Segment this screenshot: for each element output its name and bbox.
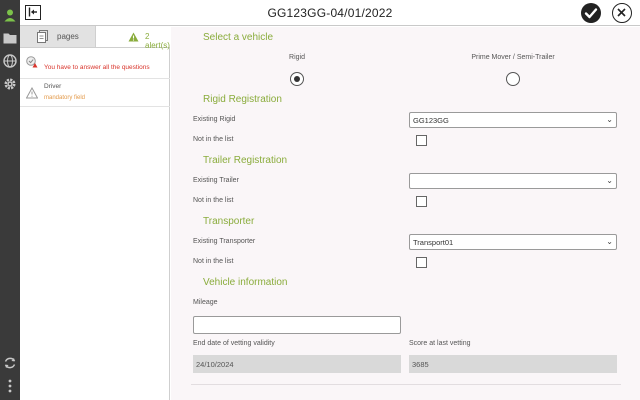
- user-icon[interactable]: [2, 7, 18, 23]
- section-trailer-registration: Trailer Registration: [203, 155, 288, 166]
- more-icon[interactable]: [2, 378, 18, 394]
- existing-transporter-value: Transport01: [413, 238, 454, 247]
- rigid-not-in-list-label: Not in the list: [193, 136, 234, 143]
- mileage-label: Mileage: [193, 299, 218, 306]
- vehicle-form: Select a vehicle Rigid Prime Mover / Sem…: [171, 27, 640, 400]
- folder-icon[interactable]: [2, 30, 18, 46]
- existing-rigid-value: GG123GG: [413, 116, 449, 125]
- section-rigid-registration: Rigid Registration: [203, 94, 282, 105]
- left-rail: [0, 0, 20, 400]
- section-vehicle-information: Vehicle information: [203, 277, 288, 288]
- app-header: GG123GG-04/01/2022: [20, 0, 640, 26]
- existing-transporter-label: Existing Transporter: [193, 238, 256, 245]
- tab-pages[interactable]: pages: [20, 26, 95, 48]
- end-date-value: 24/10/2024: [196, 360, 234, 369]
- globe-icon[interactable]: [2, 53, 18, 69]
- existing-trailer-select[interactable]: ⌄: [409, 173, 617, 189]
- radio-label-prime-mover: Prime Mover / Semi-Trailer: [471, 54, 555, 61]
- transporter-not-in-list-label: Not in the list: [193, 258, 234, 265]
- alert-error-icon: [26, 56, 38, 68]
- existing-transporter-select[interactable]: Transport01 ⌄: [409, 234, 617, 250]
- score-field: 3685: [409, 355, 617, 373]
- divider: [191, 384, 621, 385]
- existing-rigid-select[interactable]: GG123GG ⌄: [409, 112, 617, 128]
- end-date-label: End date of vetting validity: [193, 340, 275, 347]
- close-button[interactable]: [612, 3, 632, 23]
- radio-rigid[interactable]: [290, 72, 304, 86]
- sync-icon[interactable]: [2, 355, 18, 371]
- radio-label-rigid: Rigid: [289, 54, 305, 61]
- chevron-down-icon: ⌄: [606, 115, 613, 124]
- transporter-not-in-list-checkbox[interactable]: [416, 257, 427, 268]
- alert-title: Driver: [44, 83, 62, 90]
- tab-pages-label: pages: [57, 32, 79, 41]
- alert-item[interactable]: Driver mandatory field: [20, 79, 170, 107]
- tab-alerts[interactable]: 2 alert(s): [95, 26, 170, 50]
- section-select-vehicle: Select a vehicle: [203, 32, 274, 43]
- warning-icon: [26, 87, 38, 99]
- score-label: Score at last vetting: [409, 340, 471, 347]
- end-date-field: 24/10/2024: [193, 355, 401, 373]
- section-transporter: Transporter: [203, 216, 255, 227]
- chevron-down-icon: ⌄: [606, 237, 613, 246]
- radio-prime-mover[interactable]: [506, 72, 520, 86]
- score-value: 3685: [412, 360, 429, 369]
- close-icon: [617, 8, 626, 17]
- chevron-down-icon: ⌄: [606, 176, 613, 185]
- existing-trailer-label: Existing Trailer: [193, 177, 239, 184]
- existing-rigid-label: Existing Rigid: [193, 116, 236, 123]
- page-title: GG123GG-04/01/2022: [267, 6, 393, 20]
- confirm-button[interactable]: [581, 3, 601, 23]
- gear-icon[interactable]: [2, 76, 18, 92]
- rigid-not-in-list-checkbox[interactable]: [416, 135, 427, 146]
- alert-subtitle: mandatory field: [44, 95, 86, 101]
- trailer-not-in-list-label: Not in the list: [193, 197, 234, 204]
- trailer-not-in-list-checkbox[interactable]: [416, 196, 427, 207]
- alert-title: You have to answer all the questions: [44, 64, 150, 71]
- warning-icon: [128, 32, 139, 42]
- alerts-panel: pages 2 alert(s) You have to answer all …: [20, 26, 170, 400]
- alert-item[interactable]: You have to answer all the questions: [20, 48, 170, 79]
- check-icon: [584, 8, 598, 19]
- mileage-input[interactable]: [193, 316, 401, 334]
- pages-icon: [37, 30, 48, 43]
